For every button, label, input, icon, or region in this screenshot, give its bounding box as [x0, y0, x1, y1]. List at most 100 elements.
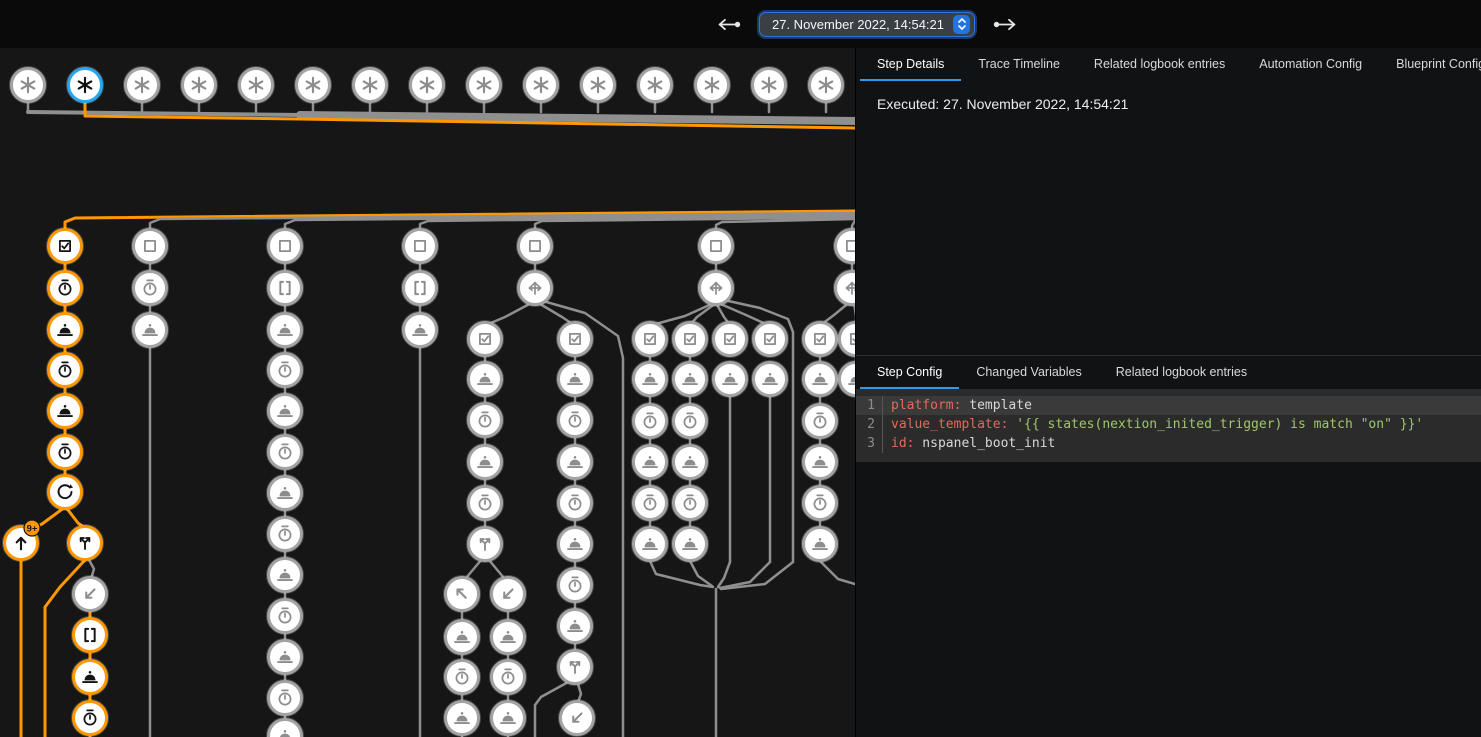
trace-node-timer[interactable]	[490, 659, 526, 695]
next-run-icon[interactable]	[991, 17, 1018, 32]
trace-node-refresh[interactable]	[47, 474, 83, 510]
tab-blueprint-config[interactable]: Blueprint Config	[1379, 48, 1481, 81]
tab-related-logbook-entries[interactable]: Related logbook entries	[1099, 356, 1264, 389]
trace-node-timer[interactable]	[557, 485, 593, 521]
trace-node-arrow-decision[interactable]	[517, 270, 553, 306]
trace-node-timer[interactable]	[672, 485, 708, 521]
trace-node-timer[interactable]	[267, 434, 303, 470]
trace-node-timer[interactable]	[632, 485, 668, 521]
trace-node-asterisk[interactable]	[10, 67, 46, 103]
trace-node-timer[interactable]	[267, 680, 303, 716]
trace-node-room-service[interactable]	[802, 526, 838, 562]
trace-node-room-service[interactable]	[632, 526, 668, 562]
run-selector[interactable]: 27. November 2022, 14:54:21	[759, 12, 975, 37]
trace-node-asterisk[interactable]	[67, 67, 103, 103]
tab-step-details[interactable]: Step Details	[860, 48, 961, 81]
trace-node-checkbox-marked[interactable]	[47, 228, 83, 264]
trace-node-arrow-decision[interactable]	[698, 270, 734, 306]
trace-node-timer[interactable]	[557, 567, 593, 603]
trace-node-room-service[interactable]	[267, 557, 303, 593]
trace-node-room-service[interactable]	[752, 361, 788, 397]
trace-node-checkbox-blank[interactable]	[402, 228, 438, 264]
trace-node-timer[interactable]	[267, 598, 303, 634]
trace-node-room-service[interactable]	[467, 361, 503, 397]
trace-node-checkbox-blank[interactable]	[834, 228, 855, 264]
trace-node-room-service[interactable]	[490, 700, 526, 736]
trace-node-timer[interactable]	[267, 352, 303, 388]
step-config-code-editor[interactable]: 1platform: template2value_template: '{{ …	[856, 389, 1481, 462]
trace-node-room-service[interactable]	[672, 361, 708, 397]
trace-node-asterisk[interactable]	[523, 67, 559, 103]
trace-node-room-service[interactable]	[838, 361, 855, 397]
trace-node-room-service[interactable]	[632, 444, 668, 480]
trace-node-arrow-bottom-left[interactable]	[72, 576, 108, 612]
trace-node-timer[interactable]	[467, 402, 503, 438]
trace-node-asterisk[interactable]	[751, 67, 787, 103]
trace-node-timer[interactable]	[47, 352, 83, 388]
previous-run-icon[interactable]	[716, 17, 743, 32]
trace-node-arrow-top-left[interactable]	[444, 576, 480, 612]
trace-node-room-service[interactable]	[444, 619, 480, 655]
trace-node-checkbox-marked[interactable]	[838, 321, 855, 357]
trace-node-code-brackets[interactable]	[402, 270, 438, 306]
trace-node-asterisk[interactable]	[466, 67, 502, 103]
trace-node-asterisk[interactable]	[694, 67, 730, 103]
trace-node-room-service[interactable]	[402, 312, 438, 348]
trace-node-checkbox-marked[interactable]	[632, 321, 668, 357]
trace-node-code-brackets[interactable]	[267, 270, 303, 306]
trace-node-asterisk[interactable]	[181, 67, 217, 103]
trace-node-asterisk[interactable]	[409, 67, 445, 103]
trace-node-room-service[interactable]	[47, 393, 83, 429]
tab-trace-timeline[interactable]: Trace Timeline	[961, 48, 1077, 81]
trace-node-timer[interactable]	[672, 403, 708, 439]
trace-node-room-service[interactable]	[802, 361, 838, 397]
trace-node-room-service[interactable]	[267, 475, 303, 511]
trace-node-checkbox-marked[interactable]	[467, 321, 503, 357]
trace-node-room-service[interactable]	[267, 718, 303, 737]
trace-node-room-service[interactable]	[557, 526, 593, 562]
trace-node-room-service[interactable]	[47, 312, 83, 348]
trace-node-timer[interactable]	[267, 516, 303, 552]
tab-changed-variables[interactable]: Changed Variables	[959, 356, 1098, 389]
trace-node-timer[interactable]	[632, 403, 668, 439]
trace-node-checkbox-blank[interactable]	[698, 228, 734, 264]
trace-node-arrow-bottom-left[interactable]	[559, 700, 595, 736]
trace-node-room-service[interactable]	[712, 361, 748, 397]
trace-node-asterisk[interactable]	[808, 67, 844, 103]
trace-node-timer[interactable]	[802, 485, 838, 521]
tab-automation-config[interactable]: Automation Config	[1242, 48, 1379, 81]
trace-node-checkbox-marked[interactable]	[672, 321, 708, 357]
trace-node-room-service[interactable]	[267, 312, 303, 348]
trace-node-checkbox-blank[interactable]	[267, 228, 303, 264]
trace-node-call-split[interactable]	[467, 526, 503, 562]
tab-step-config[interactable]: Step Config	[860, 356, 959, 389]
trace-node-room-service[interactable]	[632, 361, 668, 397]
trace-node-room-service[interactable]	[72, 659, 108, 695]
trace-node-room-service[interactable]	[557, 608, 593, 644]
trace-node-room-service[interactable]	[802, 444, 838, 480]
trace-node-asterisk[interactable]	[637, 67, 673, 103]
trace-node-room-service[interactable]	[672, 444, 708, 480]
trace-node-asterisk[interactable]	[295, 67, 331, 103]
trace-node-room-service[interactable]	[467, 444, 503, 480]
trace-node-timer[interactable]	[467, 485, 503, 521]
trace-node-timer[interactable]	[444, 659, 480, 695]
trace-node-room-service[interactable]	[267, 393, 303, 429]
trace-node-timer[interactable]	[132, 270, 168, 306]
trace-node-room-service[interactable]	[672, 526, 708, 562]
trace-node-checkbox-marked[interactable]	[712, 321, 748, 357]
trace-node-asterisk[interactable]	[124, 67, 160, 103]
trace-node-checkbox-marked[interactable]	[802, 321, 838, 357]
trace-node-room-service[interactable]	[490, 619, 526, 655]
trace-node-arrow-bottom-left[interactable]	[490, 576, 526, 612]
trace-node-code-brackets[interactable]	[72, 617, 108, 653]
trace-node-room-service[interactable]	[557, 361, 593, 397]
trace-node-timer[interactable]	[802, 403, 838, 439]
trace-node-timer[interactable]	[47, 434, 83, 470]
trace-node-checkbox-blank[interactable]	[517, 228, 553, 264]
trace-node-asterisk[interactable]	[352, 67, 388, 103]
trace-node-checkbox-blank[interactable]	[132, 228, 168, 264]
trace-node-arrow-decision[interactable]	[834, 270, 855, 306]
tab-related-logbook-entries[interactable]: Related logbook entries	[1077, 48, 1242, 81]
trace-node-arrow-up[interactable]: 9+	[3, 520, 40, 561]
